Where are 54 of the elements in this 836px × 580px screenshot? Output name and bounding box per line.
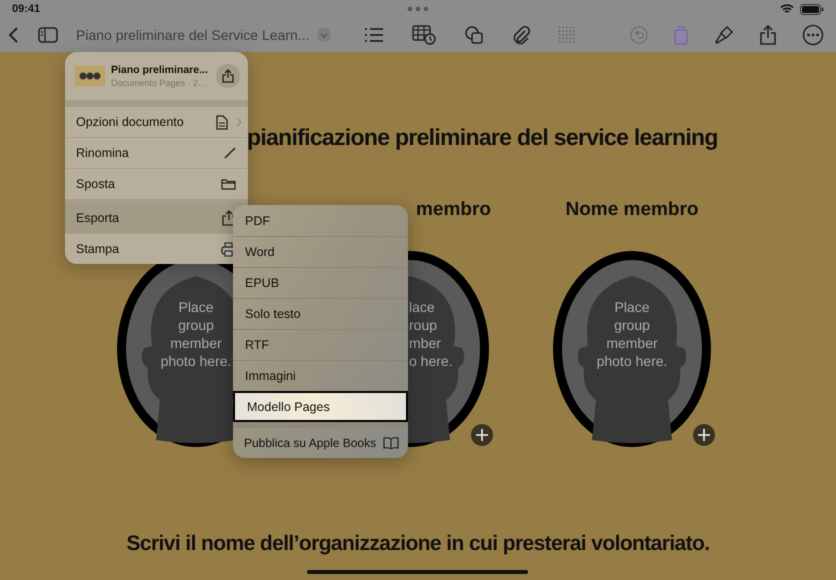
export-option-label: Pubblica su Apple Books <box>244 436 376 450</box>
export-option[interactable]: RTF <box>233 329 408 360</box>
list-icon[interactable] <box>364 27 384 43</box>
menu-item-label: Stampa <box>76 242 120 256</box>
multitasking-dots-icon[interactable] <box>407 6 429 12</box>
export-option[interactable]: EPUB <box>233 267 408 298</box>
share-icon[interactable] <box>760 25 776 45</box>
photo-caption: Place group member photo here. <box>160 298 232 370</box>
pencil-icon <box>224 147 236 159</box>
add-icon[interactable] <box>471 424 493 446</box>
table-icon[interactable] <box>412 25 436 45</box>
export-option[interactable]: Modello Pages <box>233 391 408 422</box>
export-option[interactable]: Word <box>233 236 408 267</box>
export-option[interactable]: Solo testo <box>233 298 408 329</box>
export-option-label: EPUB <box>245 276 280 290</box>
photo-caption: lace roup mber o here. <box>409 298 453 370</box>
shapes-icon[interactable] <box>464 25 484 45</box>
document-icon <box>216 114 228 130</box>
share-button[interactable] <box>216 64 240 88</box>
export-option-label: PDF <box>245 214 270 228</box>
book-icon <box>383 437 399 449</box>
member-heading: Nome membro <box>564 199 700 221</box>
folder-icon <box>221 178 236 190</box>
export-option-label: RTF <box>245 338 270 352</box>
footer-text: Scrivi il nome dell’organizzazione in cui presterai volontariato. <box>126 532 710 556</box>
export-option-label: Immagini <box>245 369 296 383</box>
menu-item-label: Esporta <box>76 211 120 225</box>
status-time: 09:41 <box>12 3 40 15</box>
wifi-icon <box>780 4 794 14</box>
export-option-label: Solo testo <box>245 307 301 321</box>
document-subtitle: Documento Pages · 2... <box>111 76 206 90</box>
paintbrush-icon[interactable] <box>714 25 734 45</box>
printer-icon <box>221 242 236 256</box>
member-heading: membro <box>416 199 491 221</box>
sidebar-icon[interactable] <box>38 27 58 43</box>
share-icon <box>222 69 234 83</box>
battery-icon <box>800 4 824 14</box>
export-option-label: Modello Pages <box>247 400 330 414</box>
export-option-label: Word <box>245 245 275 259</box>
paperclip-icon[interactable] <box>512 25 530 45</box>
more-icon[interactable] <box>802 24 824 46</box>
add-icon[interactable] <box>693 424 715 446</box>
document-thumbnail-icon <box>75 66 105 86</box>
grid-dots-icon[interactable] <box>558 26 576 44</box>
menu-item-label: Sposta <box>76 177 116 191</box>
export-option[interactable]: Pubblica su Apple Books <box>233 422 408 458</box>
menu-item-label: Rinomina <box>76 146 130 160</box>
menu-item[interactable]: Rinomina <box>65 137 248 168</box>
photo-caption: Place group member photo here. <box>596 298 668 370</box>
document-name: Piano preliminare... <box>111 62 208 76</box>
document-title-text: pianificazione preliminare del service learning <box>247 124 718 151</box>
menu-item[interactable]: Opzioni documento <box>65 106 248 137</box>
back-icon[interactable] <box>8 26 20 44</box>
menu-item-label: Opzioni documento <box>76 115 185 129</box>
